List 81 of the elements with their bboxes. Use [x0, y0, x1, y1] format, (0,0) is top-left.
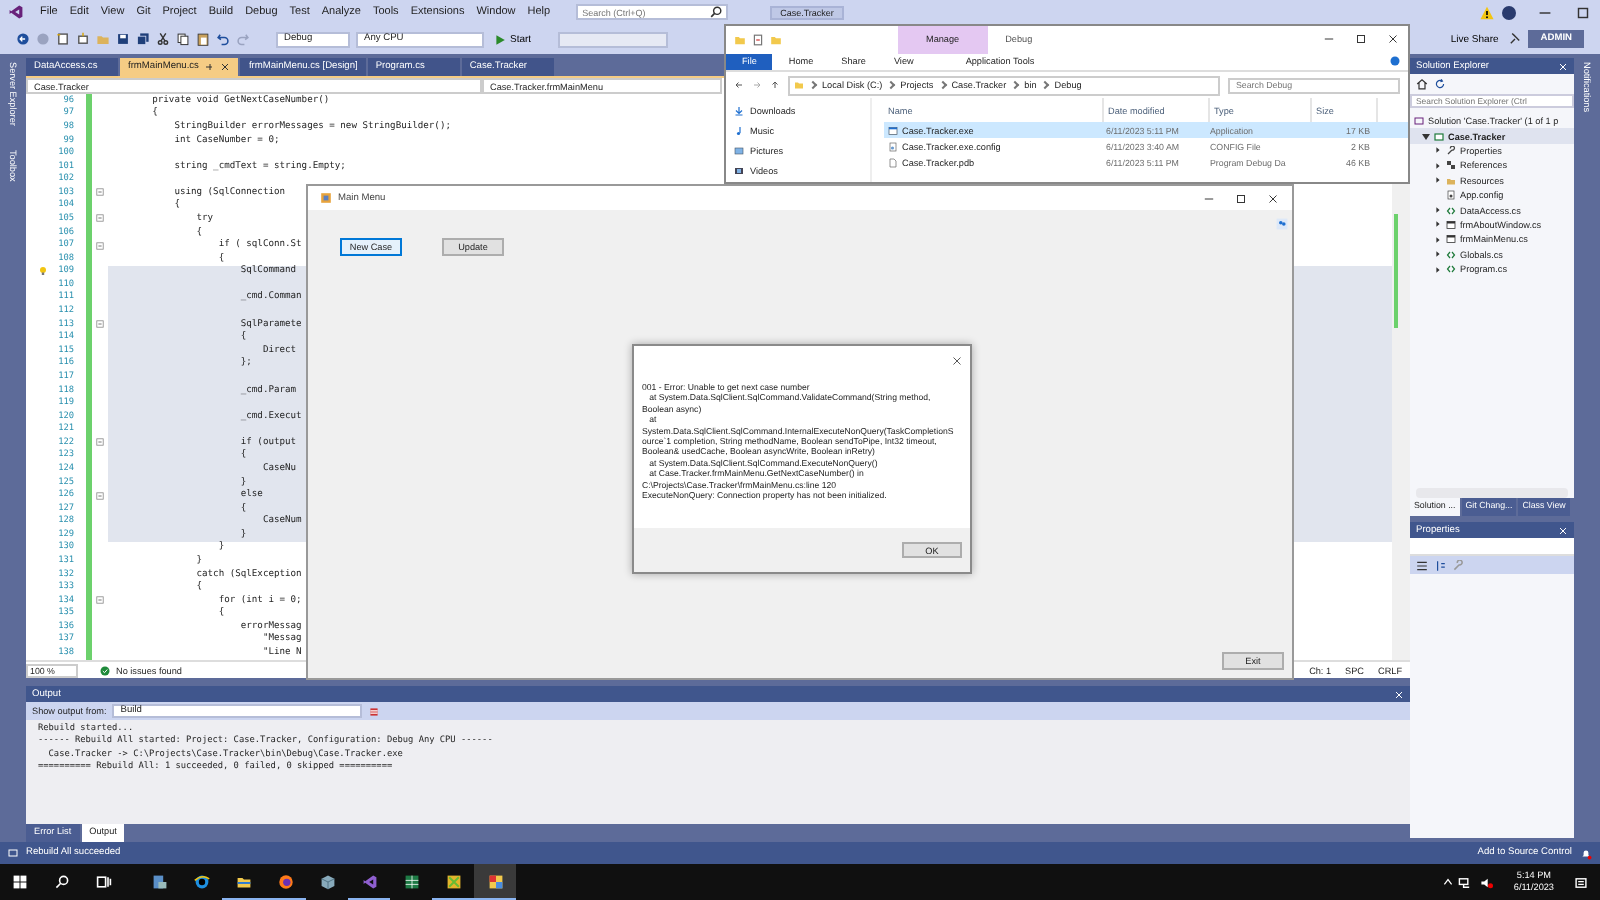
folder-icon	[235, 873, 251, 889]
play-icon	[494, 33, 506, 45]
categorized-icon[interactable]	[1416, 559, 1428, 571]
notification-icon[interactable]	[1574, 875, 1588, 889]
search-icon[interactable]	[54, 874, 70, 890]
up-arrow-icon[interactable]	[770, 80, 780, 91]
form-icon	[1446, 219, 1456, 230]
bell-icon[interactable]	[1580, 847, 1592, 859]
refresh-icon[interactable]	[1434, 77, 1446, 89]
sort-icon[interactable]	[1434, 559, 1446, 571]
close-button[interactable]	[1386, 32, 1400, 47]
wrench-icon	[1446, 145, 1456, 156]
expand-icon[interactable]	[1434, 250, 1442, 259]
app-icon	[320, 192, 332, 204]
config-file-icon	[1446, 190, 1456, 201]
code-file-icon	[1446, 249, 1456, 260]
status-icon	[8, 848, 18, 858]
change-marker	[1394, 214, 1398, 328]
folder-icon	[794, 80, 804, 91]
music-note-icon	[734, 125, 744, 135]
folder-icon	[734, 33, 746, 46]
undo-icon[interactable]	[216, 32, 230, 46]
scrollbar[interactable]	[1416, 488, 1568, 498]
project-icon	[1434, 131, 1444, 142]
add-item-icon[interactable]	[76, 32, 90, 46]
back-icon[interactable]	[16, 32, 30, 46]
home-icon[interactable]	[1416, 77, 1428, 89]
start-icon[interactable]	[12, 874, 28, 890]
close-button[interactable]	[950, 353, 964, 367]
expand-icon[interactable]	[1434, 220, 1442, 229]
help-icon[interactable]	[1390, 56, 1400, 67]
cube-icon	[319, 874, 335, 890]
expand-icon[interactable]	[1434, 235, 1442, 244]
blocks-icon	[1446, 160, 1456, 171]
application-icon	[888, 125, 898, 135]
cut-icon[interactable]	[156, 32, 170, 46]
image-icon	[734, 145, 744, 155]
lightbulb-icon[interactable]	[38, 266, 48, 277]
expand-icon[interactable]	[1434, 176, 1442, 185]
logo-icon	[8, 4, 24, 20]
app-window-icon	[487, 873, 503, 889]
expand-icon[interactable]	[1434, 265, 1442, 274]
volume-muted-icon[interactable]	[1479, 875, 1494, 889]
new-project-icon[interactable]	[56, 32, 70, 46]
expand-icon[interactable]	[1434, 146, 1442, 155]
chevron-up-icon[interactable]	[1441, 876, 1454, 888]
maximize-button[interactable]	[1574, 3, 1592, 21]
film-icon	[734, 165, 744, 175]
solution-icon	[1414, 116, 1424, 127]
globe-icon	[193, 874, 209, 890]
warning-icon[interactable]	[1480, 5, 1494, 19]
fox-globe-icon	[277, 873, 293, 889]
taskbar-button[interactable]	[474, 864, 516, 900]
spreadsheet-icon	[403, 874, 419, 890]
task-view-icon[interactable]	[96, 874, 112, 890]
pin-icon[interactable]	[204, 62, 215, 72]
save-all-icon[interactable]	[136, 32, 150, 46]
download-icon	[734, 105, 744, 115]
tools-icon	[445, 873, 461, 889]
back-arrow-icon[interactable]	[734, 80, 744, 91]
pin-icon[interactable]	[1508, 32, 1523, 46]
clear-icon[interactable]	[368, 705, 381, 717]
save-icon[interactable]	[116, 32, 130, 46]
folder-icon	[1446, 175, 1456, 186]
form-icon	[1446, 234, 1456, 245]
server-icon	[151, 874, 167, 890]
maximize-button[interactable]	[1234, 191, 1248, 205]
code-file-icon	[1446, 205, 1456, 216]
expand-icon[interactable]	[1434, 161, 1442, 170]
config-file-icon	[888, 141, 898, 151]
infinity-loop-icon	[361, 873, 377, 889]
copy-icon[interactable]	[176, 32, 190, 46]
expand-icon[interactable]	[1434, 206, 1442, 215]
code-file-icon	[1446, 264, 1456, 275]
paste-icon[interactable]	[196, 32, 210, 46]
maximize-button[interactable]	[1354, 32, 1368, 47]
file-icon	[888, 157, 898, 167]
avatar[interactable]	[1502, 5, 1516, 19]
close-icon[interactable]	[220, 62, 231, 72]
network-icon[interactable]	[1457, 875, 1472, 889]
close-button[interactable]	[1266, 191, 1280, 205]
